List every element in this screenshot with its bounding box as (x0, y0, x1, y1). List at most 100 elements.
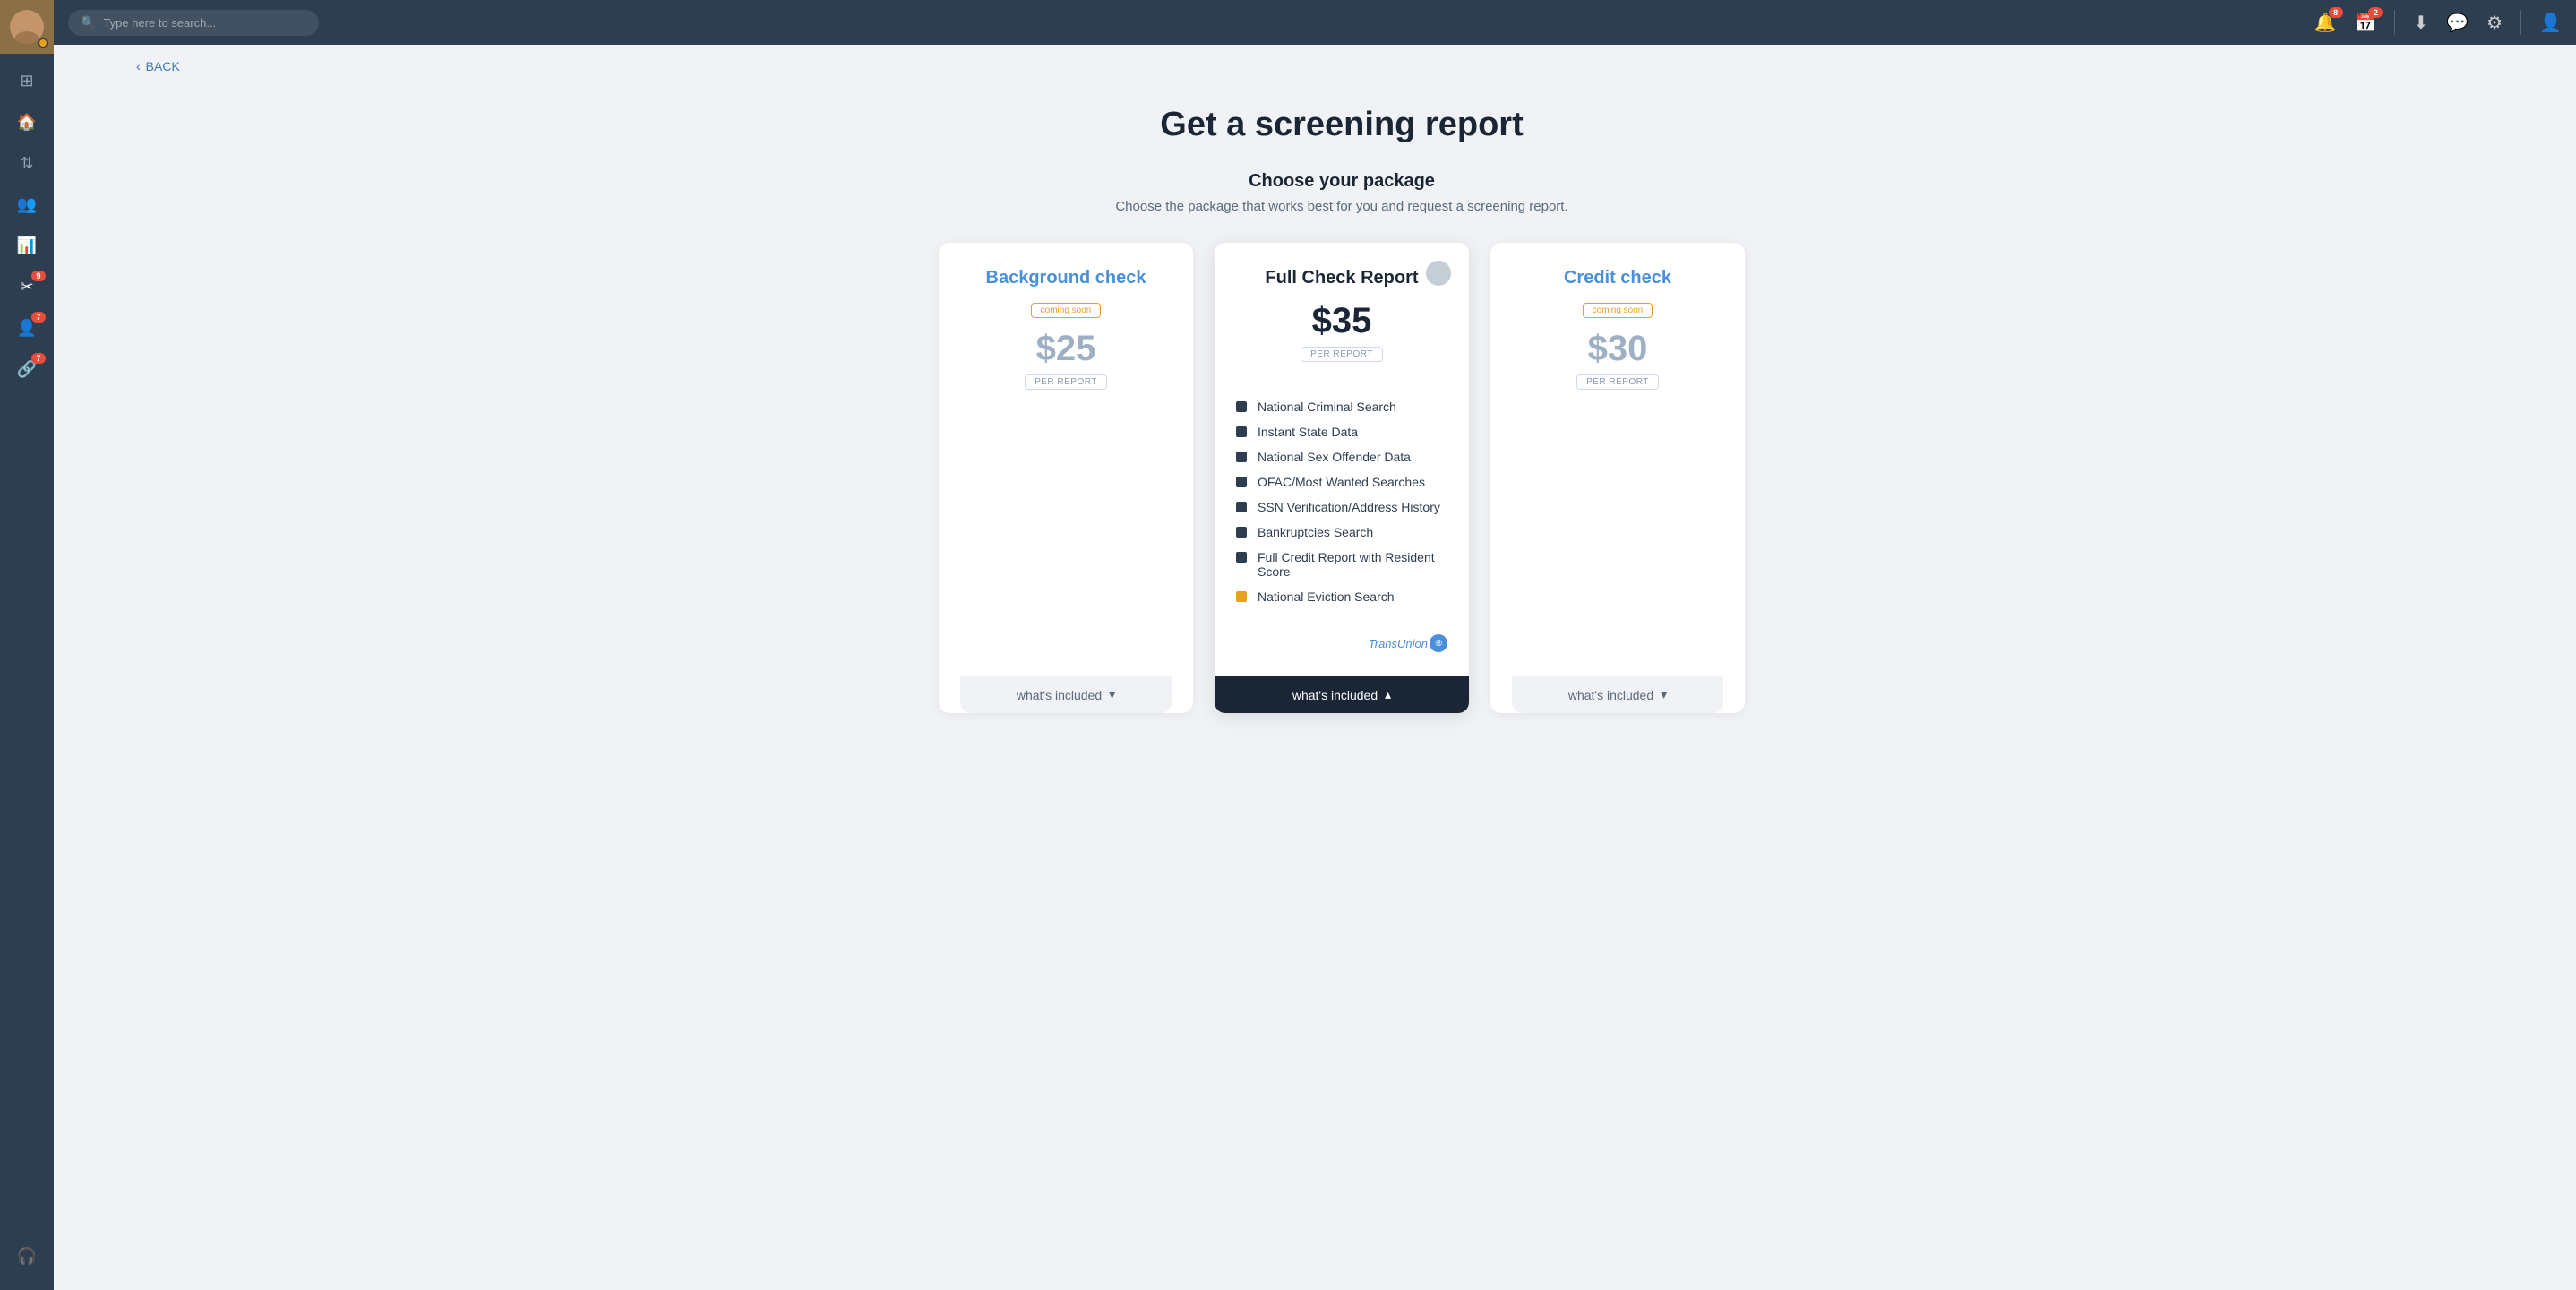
full-check-whats-included-button[interactable]: what's included ▴ (1215, 676, 1469, 713)
headset-icon: 🎧 (17, 1247, 37, 1266)
calendar-button[interactable]: 📅 2 (2355, 12, 2377, 34)
feature-national-criminal: National Criminal Search (1236, 394, 1447, 419)
full-check-chevron-up-icon: ▴ (1385, 687, 1391, 702)
avatar-status-badge (38, 38, 48, 48)
transunion-logo: TransUnion ® (1236, 627, 1447, 666)
feature-bullet-instant-state (1236, 426, 1247, 437)
featured-circle-decoration (1426, 261, 1451, 286)
feature-eviction-label: National Eviction Search (1258, 589, 1395, 604)
background-whats-included-button[interactable]: what's included ▾ (960, 676, 1172, 713)
feature-sex-offender: National Sex Offender Data (1236, 444, 1447, 469)
background-chevron-down-icon: ▾ (1109, 687, 1115, 702)
chat-button[interactable]: 💬 (2446, 12, 2469, 34)
topbar: 🔍 🔔 8 📅 2 ⬇ 💬 ⚙ 👤 (54, 0, 2576, 45)
feature-credit-report: Full Credit Report with Resident Score (1236, 545, 1447, 584)
feature-bullet-national-criminal (1236, 401, 1247, 412)
feature-national-criminal-label: National Criminal Search (1258, 400, 1396, 414)
page-header: Get a screening report (107, 88, 2576, 171)
background-per-report: PER REPORT (1025, 374, 1107, 390)
sidebar-nav: ⊞ 🏠 ⇅ 👥 📊 ✂ 9 👤 7 🔗 7 (0, 54, 54, 1236)
feature-sex-offender-label: National Sex Offender Data (1258, 450, 1411, 464)
topbar-divider (2394, 10, 2395, 35)
notifications-button[interactable]: 🔔 8 (2314, 12, 2337, 34)
background-coming-soon-badge: coming soon (1031, 303, 1102, 318)
credit-check-card: Credit check coming soon $30 PER REPORT … (1490, 243, 1745, 713)
search-input[interactable] (103, 16, 306, 30)
tools-badge: 9 (31, 271, 46, 281)
feature-bullet-sex-offender (1236, 452, 1247, 462)
contacts-badge: 7 (31, 312, 46, 322)
feature-bullet-eviction (1236, 591, 1247, 602)
sidebar-item-contacts[interactable]: 👤 7 (4, 308, 49, 348)
credit-chevron-down-icon: ▾ (1661, 687, 1667, 702)
page-title: Get a screening report (107, 106, 2576, 144)
full-check-report-card: Full Check Report $35 PER REPORT Nationa… (1215, 243, 1469, 713)
tools-icon: ✂ (20, 278, 33, 297)
sidebar-item-tenants[interactable]: 👥 (4, 185, 49, 224)
notifications-badge: 8 (2329, 7, 2343, 18)
feature-credit-report-label: Full Credit Report with Resident Score (1258, 550, 1447, 579)
feature-instant-state-label: Instant State Data (1258, 425, 1358, 439)
feature-bullet-credit-report (1236, 552, 1247, 563)
grid-icon: ⊞ (20, 72, 33, 90)
feature-instant-state: Instant State Data (1236, 419, 1447, 444)
credit-per-report: PER REPORT (1576, 374, 1659, 390)
credit-whats-included-button[interactable]: what's included ▾ (1512, 676, 1723, 713)
sidebar-item-reports[interactable]: 📊 (4, 226, 49, 265)
packages-section: Choose your package Choose the package t… (107, 171, 2576, 749)
packages-description: Choose the package that works best for y… (161, 199, 2522, 214)
feature-bullet-ofac (1236, 477, 1247, 487)
sidebar-item-transactions[interactable]: ⇅ (4, 143, 49, 183)
sidebar-item-properties[interactable]: 🏠 (4, 102, 49, 142)
background-check-card: Background check coming soon $25 PER REP… (939, 243, 1193, 713)
avatar[interactable] (0, 0, 54, 54)
background-whats-included-label: what's included (1017, 688, 1102, 702)
sidebar-item-links[interactable]: 🔗 7 (4, 349, 49, 389)
search-container[interactable]: 🔍 (68, 10, 319, 36)
credit-whats-included-label: what's included (1568, 688, 1653, 702)
back-label: BACK (146, 59, 180, 73)
feature-eviction: National Eviction Search (1236, 584, 1447, 609)
credit-coming-soon-badge: coming soon (1583, 303, 1653, 318)
feature-bullet-ssn (1236, 502, 1247, 512)
credit-check-price: $30 (1512, 329, 1723, 369)
download-button[interactable]: ⬇ (2413, 12, 2428, 34)
search-icon: 🔍 (81, 15, 96, 30)
full-check-title: Full Check Report (1236, 268, 1447, 288)
feature-bankruptcies-label: Bankruptcies Search (1258, 525, 1373, 539)
feature-ssn-label: SSN Verification/Address History (1258, 500, 1440, 514)
packages-grid: Background check coming soon $25 PER REP… (939, 243, 1745, 713)
transunion-text: TransUnion (1369, 637, 1428, 650)
sidebar-item-dashboard[interactable]: ⊞ (4, 61, 49, 100)
packages-subtitle: Choose your package (161, 171, 2522, 192)
sidebar-item-support[interactable]: 🎧 (4, 1236, 49, 1276)
credit-check-title: Credit check (1512, 268, 1723, 288)
user-menu-button[interactable]: 👤 (2539, 12, 2562, 34)
sidebar: ⊞ 🏠 ⇅ 👥 📊 ✂ 9 👤 7 🔗 7 🎧 (0, 0, 54, 1290)
calendar-badge: 2 (2368, 7, 2383, 18)
people-icon: 👥 (17, 195, 37, 214)
settings-button[interactable]: ⚙ (2486, 12, 2503, 34)
sidebar-item-tools[interactable]: ✂ 9 (4, 267, 49, 306)
background-check-price: $25 (960, 329, 1172, 369)
back-arrow-icon: ‹ (136, 59, 141, 73)
main-content: ‹ BACK Get a screening report Choose you… (107, 45, 2576, 1290)
transunion-icon: ® (1430, 634, 1447, 652)
feature-ofac: OFAC/Most Wanted Searches (1236, 469, 1447, 494)
feature-ssn: SSN Verification/Address History (1236, 494, 1447, 520)
topbar-divider2 (2520, 10, 2521, 35)
feature-ofac-label: OFAC/Most Wanted Searches (1258, 475, 1425, 489)
topbar-right: 🔔 8 📅 2 ⬇ 💬 ⚙ 👤 (2314, 10, 2562, 35)
chart-icon: 📊 (17, 236, 37, 255)
full-check-price: $35 (1236, 301, 1447, 341)
home-icon: 🏠 (17, 113, 37, 132)
features-list: National Criminal Search Instant State D… (1236, 380, 1447, 627)
transfer-icon: ⇅ (20, 154, 33, 173)
sidebar-bottom: 🎧 (4, 1236, 49, 1290)
back-button[interactable]: ‹ BACK (107, 45, 2576, 88)
full-check-per-report: PER REPORT (1301, 347, 1383, 362)
links-badge: 7 (31, 353, 46, 364)
background-check-title: Background check (960, 268, 1172, 288)
feature-bankruptcies: Bankruptcies Search (1236, 520, 1447, 545)
full-check-whats-included-label: what's included (1292, 688, 1378, 702)
